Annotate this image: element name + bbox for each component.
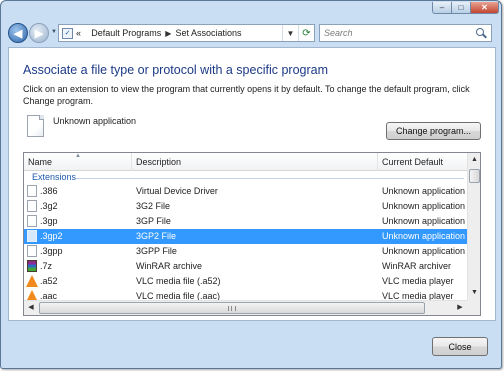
sort-ascending-icon: ▲ [75,153,81,159]
vlc-icon [26,275,38,287]
column-header-description[interactable]: Description [132,153,378,171]
address-bar[interactable]: ✓ « Default Programs ▶ Set Associations … [58,24,315,42]
close-button[interactable]: Close [432,337,488,356]
control-panel-icon: ✓ [62,27,73,39]
document-icon [27,230,37,242]
cell-description: VLC media file (.a52) [136,276,221,286]
scroll-left-icon[interactable]: ◀ [24,301,38,315]
maximize-icon: □ [458,2,464,12]
cell-name: .a52 [40,276,58,286]
table-row[interactable]: .3gpp 3GPP File Unknown application [24,244,467,259]
close-icon: ✕ [481,2,488,12]
close-window-button[interactable]: ✕ [470,2,499,14]
search-box[interactable] [319,24,492,42]
column-header-current-default[interactable]: Current Default [378,153,467,171]
horizontal-scrollbar[interactable]: ◀ ▶ [24,300,467,315]
cell-name: .3gpp [40,246,63,256]
breadcrumb-overflow[interactable]: « [76,28,81,38]
cell-description: 3G2 File [136,201,171,211]
cell-current-default: WinRAR archiver [382,261,452,271]
maximize-button[interactable]: □ [451,2,471,14]
scrollbar-corner [467,300,480,315]
search-icon[interactable] [476,27,487,39]
cell-description: WinRAR archive [136,261,203,271]
forward-arrow-icon: ▶ [34,27,44,40]
cell-current-default: Unknown application [382,231,466,241]
back-arrow-icon: ◀ [13,27,23,40]
cell-current-default: Unknown application [382,246,466,256]
cell-name: .386 [40,186,58,196]
minimize-icon: – [439,2,445,12]
breadcrumb-chevron-icon[interactable]: ▶ [165,29,171,38]
breadcrumb-set-associations[interactable]: Set Associations [175,28,241,38]
table-row[interactable]: .7z WinRAR archive WinRAR archiver [24,259,467,274]
refresh-icon[interactable]: ⟳ [298,25,314,41]
cell-name: .7z [40,261,53,271]
cell-description: 3GP2 File [136,231,177,241]
breadcrumb-separator-icon[interactable] [85,29,87,38]
table-row[interactable]: .386 Virtual Device Driver Unknown appli… [24,184,467,199]
table-row[interactable]: .3gp2 3GP2 File Unknown application [24,229,467,244]
cell-name: .3gp2 [40,231,63,241]
horizontal-scroll-thumb[interactable] [39,302,425,314]
table-row[interactable]: .a52 VLC media file (.a52) VLC media pla… [24,274,467,289]
title-bar: – □ ✕ [1,1,501,15]
associations-list[interactable]: ▲ Name Description Current Default Exten… [23,152,481,316]
scroll-right-icon[interactable]: ▶ [453,301,467,315]
document-icon [27,185,37,197]
vertical-scrollbar[interactable]: ▲ ▼ [467,153,480,300]
document-icon [27,245,37,257]
cell-current-default: Unknown application [382,216,466,226]
back-button[interactable]: ◀ [8,23,28,43]
change-program-button[interactable]: Change program... [386,122,481,140]
page-title: Associate a file type or protocol with a… [23,63,328,77]
table-row[interactable]: .3g2 3G2 File Unknown application [24,199,467,214]
scroll-down-icon[interactable]: ▼ [468,286,480,300]
list-header: ▲ Name Description Current Default [24,153,467,171]
group-divider [76,178,464,179]
page-description: Click on an extension to view the progra… [23,84,470,106]
content-panel: Associate a file type or protocol with a… [8,47,496,321]
group-label-extensions[interactable]: Extensions [32,172,76,182]
set-associations-window: – □ ✕ ◀ ▶ ▼ ✓ « Default Programs ▶ Set A… [0,0,502,369]
minimize-button[interactable]: – [432,2,452,14]
table-row[interactable]: .3gp 3GP File Unknown application [24,214,467,229]
cell-description: 3GP File [136,216,171,226]
winrar-icon [27,260,37,272]
cell-description: Virtual Device Driver [136,186,218,196]
document-icon [27,215,37,227]
current-program-icon [27,115,44,137]
cell-name: .3g2 [40,201,58,211]
forward-button[interactable]: ▶ [29,23,49,43]
search-input[interactable] [324,28,464,38]
list-rows: .386 Virtual Device Driver Unknown appli… [24,184,467,304]
scroll-up-icon[interactable]: ▲ [468,153,480,167]
cell-current-default: Unknown application [382,186,466,196]
cell-current-default: Unknown application [382,201,466,211]
cell-current-default: VLC media player [382,276,454,286]
vertical-scroll-thumb[interactable] [469,169,480,183]
document-icon [27,200,37,212]
cell-name: .3gp [40,216,58,226]
cell-description: 3GPP File [136,246,177,256]
grip-icon [228,306,236,311]
address-dropdown-icon[interactable]: ▼ [282,25,298,41]
recent-pages-dropdown[interactable]: ▼ [51,29,57,35]
breadcrumb-default-programs[interactable]: Default Programs [91,28,161,38]
current-program-label: Unknown application [53,116,137,126]
column-header-name[interactable]: ▲ Name [24,153,132,171]
